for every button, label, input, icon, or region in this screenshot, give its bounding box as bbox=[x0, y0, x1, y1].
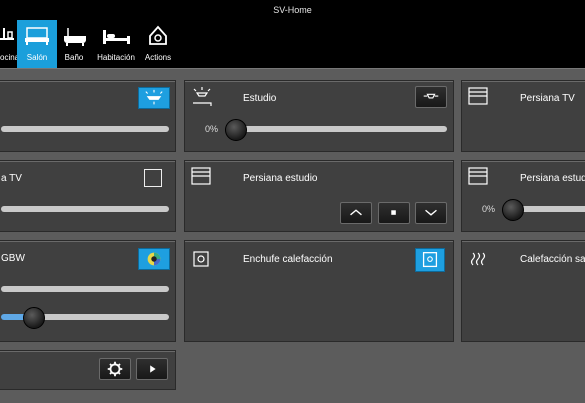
card-title: Estudio bbox=[243, 93, 277, 104]
tab-label: ocina bbox=[0, 53, 20, 62]
estudio-percent: 0% bbox=[205, 124, 219, 134]
rgbw-color-button[interactable] bbox=[138, 248, 170, 270]
enchufe-toggle-button[interactable] bbox=[415, 248, 445, 272]
card-calefaccion: Calefacción sal bbox=[461, 240, 585, 342]
blind-up-button[interactable] bbox=[340, 202, 372, 224]
persiana-tv-checkbox[interactable] bbox=[144, 169, 162, 187]
tab-actions[interactable]: Actions bbox=[140, 20, 176, 68]
tab-label: Actions bbox=[144, 53, 172, 62]
tab-salon[interactable]: Salón bbox=[17, 20, 57, 68]
plug-icon bbox=[193, 251, 209, 267]
plug-on-icon bbox=[422, 252, 438, 268]
scene-settings-button[interactable] bbox=[99, 358, 131, 380]
rgbw-slider-knob[interactable] bbox=[23, 307, 45, 329]
kitchen-icon bbox=[0, 28, 14, 40]
blinds-icon bbox=[191, 167, 211, 185]
light-off-icon bbox=[193, 87, 212, 106]
rgbw-brightness-slider[interactable] bbox=[1, 286, 169, 292]
card-title: Persiana estudio bbox=[243, 173, 318, 184]
chevron-up-icon bbox=[350, 209, 362, 216]
blinds-icon bbox=[468, 87, 488, 105]
persiana-tv-slider[interactable] bbox=[1, 206, 169, 212]
card-estudio: Estudio 0% bbox=[184, 80, 454, 152]
estudio-slider[interactable] bbox=[229, 126, 447, 132]
light-on-icon bbox=[145, 89, 163, 105]
card-title: Calefacción sal bbox=[520, 254, 585, 265]
card-title: GBW bbox=[1, 253, 25, 264]
card-title: Enchufe calefacción bbox=[243, 254, 333, 265]
bathtub-icon bbox=[64, 28, 86, 46]
card-persiana-tv: Persiana TV bbox=[461, 80, 585, 152]
card-persiana-estudio-right: Persiana estudi 0% bbox=[461, 160, 585, 232]
heating-icon bbox=[470, 252, 486, 266]
card-enchufe: Enchufe calefacción bbox=[184, 240, 454, 342]
persiana-estudio-slider-knob[interactable] bbox=[502, 199, 524, 221]
tab-label: Baño bbox=[64, 53, 84, 62]
scene-play-button[interactable] bbox=[136, 358, 168, 380]
chevron-down-icon bbox=[425, 209, 437, 216]
blind-stop-button[interactable] bbox=[378, 202, 410, 224]
sofa-icon bbox=[25, 27, 49, 45]
stop-icon bbox=[391, 210, 396, 215]
light-toggle-button[interactable] bbox=[138, 87, 170, 109]
light-switch-icon bbox=[423, 93, 439, 99]
card-light-left bbox=[0, 80, 176, 152]
card-title: a TV bbox=[1, 173, 22, 184]
blinds-icon bbox=[468, 167, 488, 185]
card-title: Persiana estudi bbox=[520, 173, 585, 184]
tab-bano[interactable]: Baño bbox=[58, 20, 90, 68]
tab-label: Habitación bbox=[97, 53, 135, 62]
window-title: SV-Home bbox=[0, 0, 585, 20]
estudio-toggle-button[interactable] bbox=[415, 86, 447, 108]
bed-icon bbox=[103, 30, 130, 44]
rgbw-white-slider[interactable] bbox=[29, 314, 169, 320]
card-rgbw: GBW bbox=[0, 240, 176, 342]
estudio-slider-knob[interactable] bbox=[225, 119, 247, 141]
light-slider[interactable] bbox=[1, 126, 169, 132]
home-icon bbox=[149, 25, 167, 45]
room-nav: ocina Salón Baño Habitación Actions bbox=[0, 20, 585, 69]
card-scene bbox=[0, 350, 176, 390]
tab-label: Salón bbox=[26, 53, 48, 62]
tab-cocina[interactable]: ocina bbox=[0, 20, 20, 68]
card-persiana-tv-left: a TV bbox=[0, 160, 176, 232]
tab-habitacion[interactable]: Habitación bbox=[93, 20, 139, 68]
gear-icon bbox=[107, 361, 123, 377]
persiana-percent: 0% bbox=[482, 204, 496, 214]
card-title: Persiana TV bbox=[520, 93, 575, 104]
color-wheel-icon bbox=[147, 252, 161, 266]
blind-down-button[interactable] bbox=[415, 202, 447, 224]
play-icon bbox=[150, 365, 156, 373]
card-persiana-estudio: Persiana estudio bbox=[184, 160, 454, 232]
